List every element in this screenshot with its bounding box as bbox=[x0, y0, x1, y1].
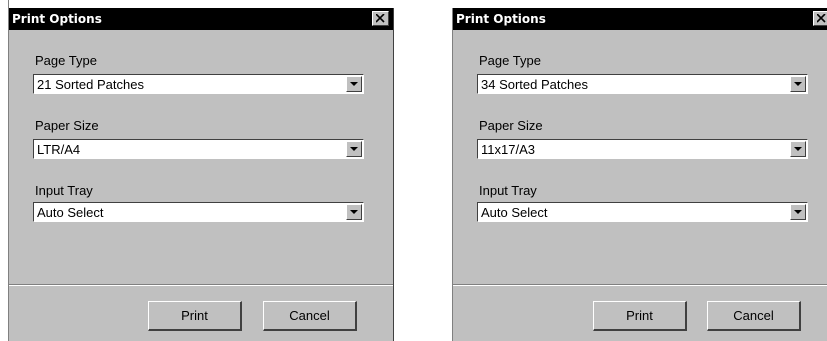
title-bar[interactable]: Print Options bbox=[453, 8, 827, 30]
dialog-title: Print Options bbox=[456, 12, 546, 26]
input-tray-select[interactable]: Auto Select bbox=[33, 202, 364, 222]
input-tray-value: Auto Select bbox=[481, 205, 548, 220]
paper-size-label: Paper Size bbox=[479, 118, 543, 133]
close-icon bbox=[376, 14, 385, 23]
close-button[interactable] bbox=[813, 11, 827, 26]
paper-size-value: 11x17/A3 bbox=[481, 142, 535, 157]
input-tray-label: Input Tray bbox=[35, 183, 93, 198]
paper-size-label: Paper Size bbox=[35, 118, 99, 133]
input-tray-value: Auto Select bbox=[37, 205, 104, 220]
page-type-value: 34 Sorted Patches bbox=[481, 77, 588, 92]
page-type-select[interactable]: 21 Sorted Patches bbox=[33, 74, 364, 94]
paper-size-dropdown-button[interactable] bbox=[346, 141, 362, 157]
chevron-down-icon bbox=[350, 210, 358, 214]
paper-size-value: LTR/A4 bbox=[37, 142, 81, 157]
cancel-button[interactable]: Cancel bbox=[707, 301, 801, 331]
print-button[interactable]: Print bbox=[148, 301, 242, 331]
page-type-select[interactable]: 34 Sorted Patches bbox=[477, 74, 808, 94]
paper-size-select[interactable]: LTR/A4 bbox=[33, 139, 364, 159]
print-options-dialog-right: Print Options Page Type 34 Sorted Patche… bbox=[452, 8, 827, 341]
title-bar[interactable]: Print Options bbox=[9, 8, 393, 30]
input-tray-label: Input Tray bbox=[479, 183, 537, 198]
footer-divider bbox=[9, 284, 393, 286]
close-button[interactable] bbox=[372, 11, 389, 26]
page-type-dropdown-button[interactable] bbox=[346, 76, 362, 92]
chevron-down-icon bbox=[350, 82, 358, 86]
print-options-dialog-left: Print Options Page Type 21 Sorted Patche… bbox=[8, 8, 394, 341]
page-type-label: Page Type bbox=[479, 53, 541, 68]
chevron-down-icon bbox=[794, 82, 802, 86]
paper-size-select[interactable]: 11x17/A3 bbox=[477, 139, 808, 159]
input-tray-select[interactable]: Auto Select bbox=[477, 202, 808, 222]
input-tray-dropdown-button[interactable] bbox=[790, 204, 806, 220]
chevron-down-icon bbox=[794, 210, 802, 214]
page-type-label: Page Type bbox=[35, 53, 97, 68]
cancel-button[interactable]: Cancel bbox=[263, 301, 357, 331]
chevron-down-icon bbox=[350, 147, 358, 151]
chevron-down-icon bbox=[794, 147, 802, 151]
page-type-value: 21 Sorted Patches bbox=[37, 77, 144, 92]
close-icon bbox=[817, 14, 826, 23]
input-tray-dropdown-button[interactable] bbox=[346, 204, 362, 220]
page-type-dropdown-button[interactable] bbox=[790, 76, 806, 92]
dialog-title: Print Options bbox=[12, 12, 102, 26]
paper-size-dropdown-button[interactable] bbox=[790, 141, 806, 157]
footer-divider bbox=[453, 284, 827, 286]
print-button[interactable]: Print bbox=[593, 301, 687, 331]
